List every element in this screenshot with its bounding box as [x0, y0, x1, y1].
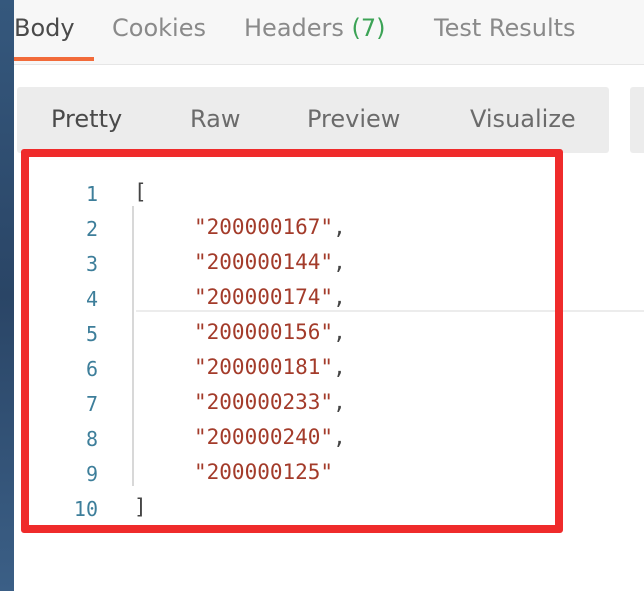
tab-headers-label: Headers — [244, 14, 344, 42]
response-tabbar: Body Cookies Headers (7) Test Results — [14, 0, 644, 65]
format-dropdown[interactable] — [630, 87, 644, 153]
view-preview-button[interactable]: Preview — [307, 105, 400, 133]
tab-test-results[interactable]: Test Results — [434, 14, 576, 42]
view-visualize-button[interactable]: Visualize — [470, 105, 576, 133]
view-mode-bar: Pretty Raw Preview Visualize — [17, 87, 609, 153]
tab-headers[interactable]: Headers (7) — [244, 14, 386, 42]
view-raw-button[interactable]: Raw — [190, 105, 240, 133]
active-tab-underline — [14, 57, 94, 61]
view-pretty-button[interactable]: Pretty — [51, 105, 122, 133]
highlight-annotation-box — [21, 149, 563, 533]
desktop-background — [0, 0, 14, 591]
tab-body[interactable]: Body — [14, 14, 75, 42]
tab-cookies[interactable]: Cookies — [112, 14, 206, 42]
tab-headers-count: (7) — [351, 14, 386, 42]
